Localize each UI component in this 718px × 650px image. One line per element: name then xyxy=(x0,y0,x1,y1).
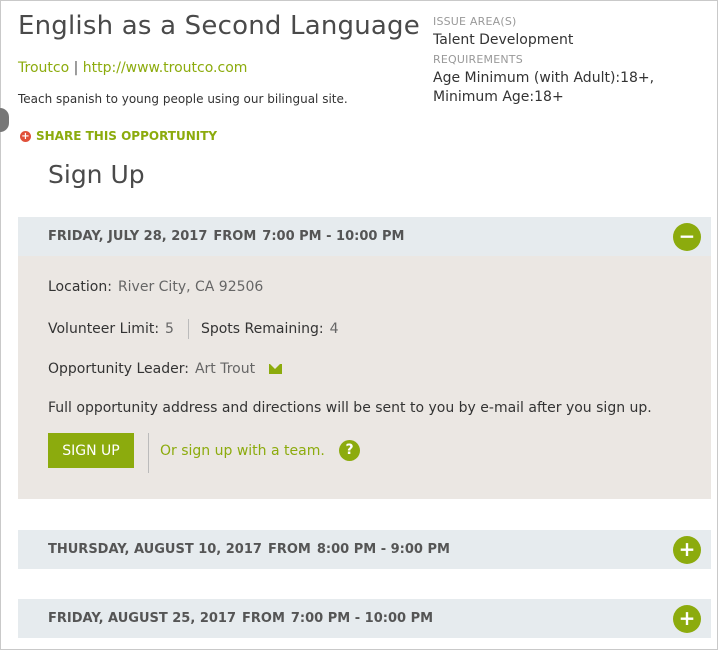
button-divider xyxy=(148,433,149,473)
address-note: Full opportunity address and directions … xyxy=(48,400,652,416)
session-date: FRIDAY, JULY 28, 2017 FROM 7:00 PM - 10:00… xyxy=(48,229,404,244)
org-line: Troutco | http://www.troutco.com xyxy=(18,60,247,76)
session-from: FROM xyxy=(213,229,257,244)
leader-label: Opportunity Leader: xyxy=(48,361,189,377)
location-label: Location: xyxy=(48,279,112,295)
issue-area-value: Talent Development xyxy=(433,32,574,48)
session-date: THURSDAY, AUGUST 10, 2017 FROM 8:00 PM - 9… xyxy=(48,542,450,557)
session-date-text: FRIDAY, AUGUST 25, 2017 xyxy=(48,611,236,626)
plus-circle-icon: + xyxy=(20,130,31,142)
spots-remaining-label: Spots Remaining: xyxy=(200,321,324,337)
requirements-value: Age Minimum (with Adult):18+, Minimum Ag… xyxy=(433,70,655,105)
leader-row: Opportunity Leader: Art Trout xyxy=(48,361,283,377)
share-label: SHARE THIS OPPORTUNITY xyxy=(36,129,218,143)
leader-value: Art Trout xyxy=(194,361,256,377)
session-panel: FRIDAY, JULY 28, 2017 FROM 7:00 PM - 10:00… xyxy=(18,217,711,499)
session-date: FRIDAY, AUGUST 25, 2017 FROM 7:00 PM - 10:… xyxy=(48,611,433,626)
org-name-link[interactable]: Troutco xyxy=(18,60,69,76)
session-date-text: FRIDAY, JULY 28, 2017 xyxy=(48,229,208,244)
opportunity-title: English as a Second Language xyxy=(18,11,420,41)
volunteer-limit-value: 5 xyxy=(165,321,174,337)
collapse-icon[interactable]: − xyxy=(673,223,701,251)
team-signup-link[interactable]: Or sign up with a team. xyxy=(160,443,325,459)
issue-area-label: ISSUE AREA(S) xyxy=(433,15,517,28)
org-url-link[interactable]: http://www.troutco.com xyxy=(83,60,248,76)
session-panel: THURSDAY, AUGUST 10, 2017 FROM 8:00 PM - 9… xyxy=(18,530,711,569)
spots-remaining-value: 4 xyxy=(329,321,339,337)
session-time: 7:00 PM - 10:00 PM xyxy=(262,229,405,244)
signup-heading: Sign Up xyxy=(48,160,145,189)
session-header[interactable]: FRIDAY, JULY 28, 2017 FROM 7:00 PM - 10:00… xyxy=(18,217,711,256)
sign-up-button[interactable]: SIGN UP xyxy=(48,433,134,468)
expand-icon[interactable]: + xyxy=(673,536,701,564)
session-time: 8:00 PM - 9:00 PM xyxy=(316,542,450,557)
share-opportunity-link[interactable]: + SHARE THIS OPPORTUNITY xyxy=(20,129,217,143)
session-header[interactable]: THURSDAY, AUGUST 10, 2017 FROM 8:00 PM - 9… xyxy=(18,530,711,569)
session-from: FROM xyxy=(267,542,311,557)
org-separator: | xyxy=(73,60,79,76)
session-date-text: THURSDAY, AUGUST 10, 2017 xyxy=(48,542,262,557)
opportunity-meta: ISSUE AREA(S) Talent Development REQUIRE… xyxy=(433,15,718,110)
opportunity-description: Teach spanish to young people using our … xyxy=(18,92,348,106)
session-panel: FRIDAY, AUGUST 25, 2017 FROM 7:00 PM - 10:… xyxy=(18,599,711,638)
session-time: 7:00 PM - 10:00 PM xyxy=(290,611,434,626)
session-from: FROM xyxy=(242,611,285,626)
session-details: Location: River City, CA 92506 Volunteer … xyxy=(18,256,711,499)
row-divider xyxy=(187,319,189,339)
location-value: River City, CA 92506 xyxy=(117,279,264,295)
location-row: Location: River City, CA 92506 xyxy=(48,279,263,295)
volunteer-row: Volunteer Limit: 5 Spots Remaining: 4 xyxy=(48,319,339,339)
expand-icon[interactable]: + xyxy=(673,605,701,633)
envelope-icon[interactable] xyxy=(269,364,283,374)
session-header[interactable]: FRIDAY, AUGUST 25, 2017 FROM 7:00 PM - 10:… xyxy=(18,599,711,638)
help-icon[interactable]: ? xyxy=(339,440,360,461)
requirements-label: REQUIREMENTS xyxy=(433,53,523,66)
volunteer-limit-label: Volunteer Limit: xyxy=(48,321,160,337)
